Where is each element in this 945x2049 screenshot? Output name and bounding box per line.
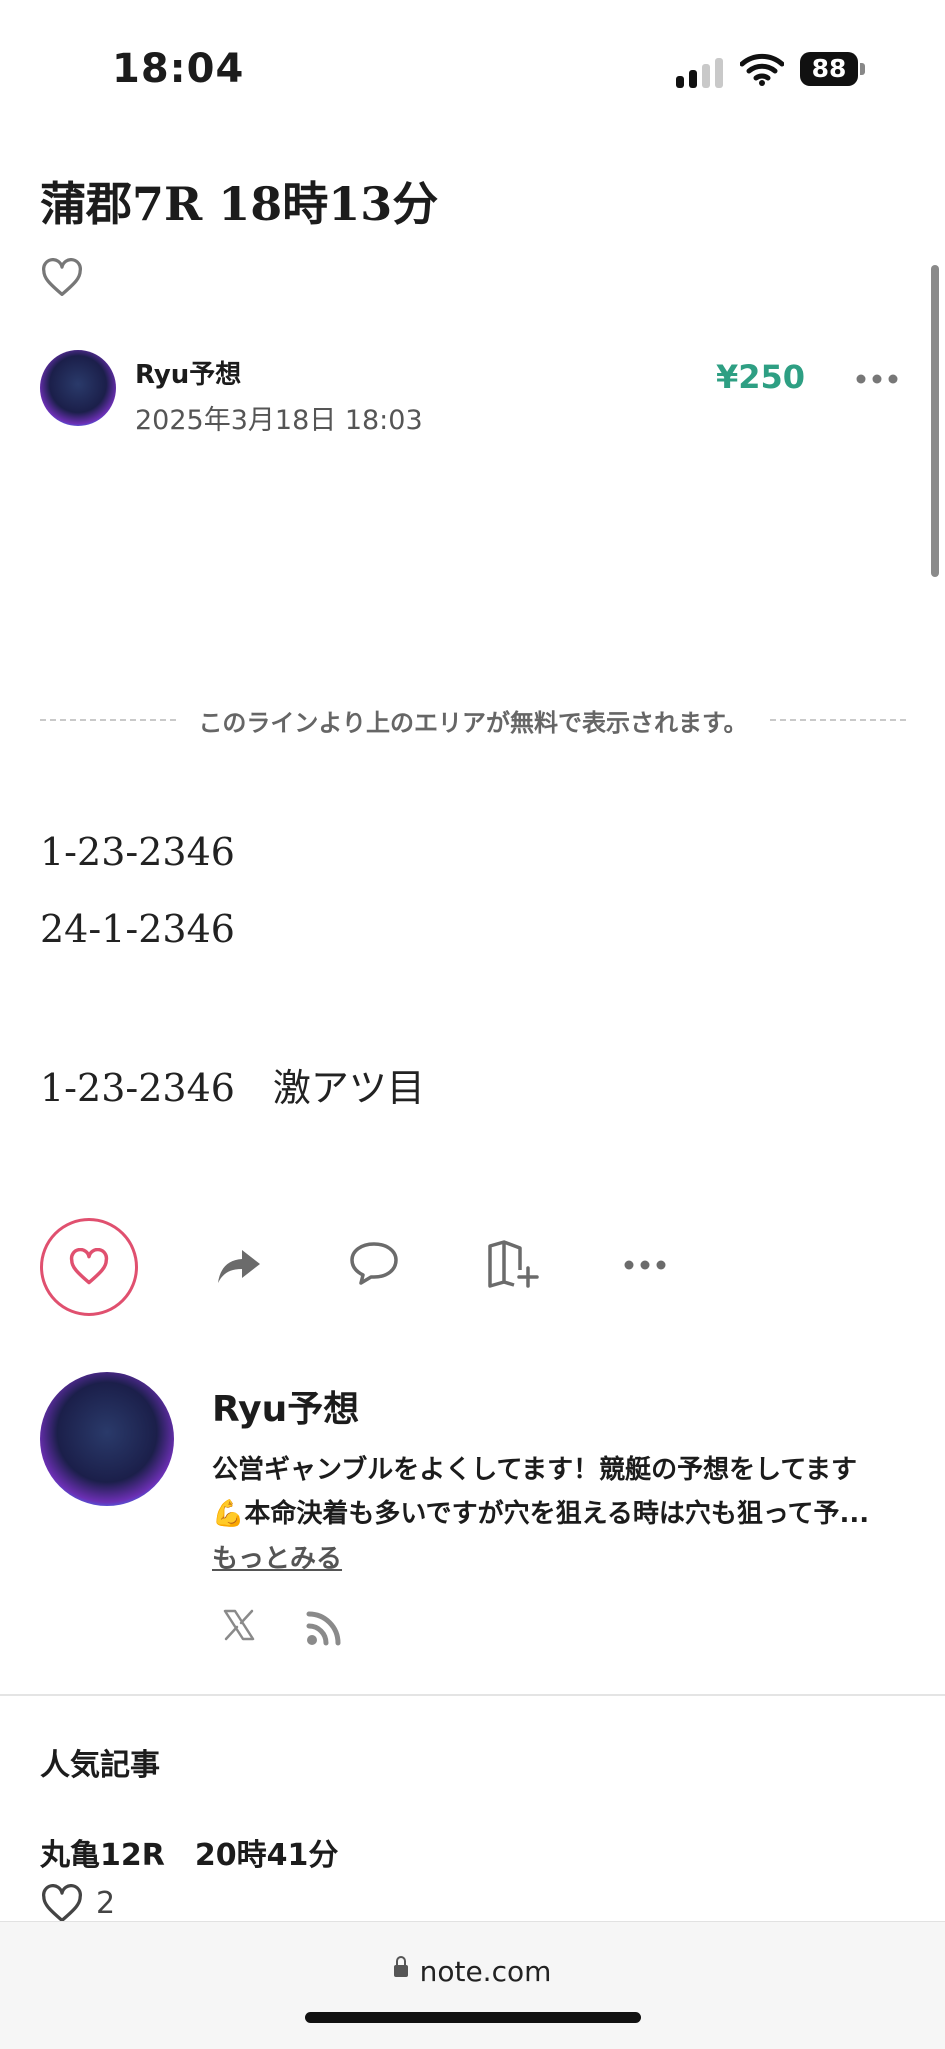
more-dots-icon[interactable] — [856, 374, 898, 384]
rss-icon[interactable] — [306, 1608, 344, 1646]
like-button[interactable] — [40, 1218, 138, 1316]
popular-heading: 人気記事 — [40, 1748, 160, 1783]
article-title: 蒲郡7R 18時13分 — [40, 177, 439, 231]
share-icon[interactable] — [216, 1246, 262, 1286]
author-avatar[interactable] — [40, 350, 116, 426]
price-label: ¥250 — [716, 358, 806, 396]
comment-icon[interactable] — [348, 1240, 400, 1286]
creator-avatar[interactable] — [40, 1372, 174, 1506]
creator-name[interactable]: Ryu予想 — [212, 1380, 359, 1432]
publish-date: 2025年3月18日 18:03 — [135, 405, 423, 436]
creator-bio: 公営ギャンブルをよくしてます！競艇の予想をしてます 💪本命決着も多いですが穴を狙… — [212, 1448, 912, 1536]
popular-article-title[interactable]: 丸亀12R 20時41分 — [40, 1830, 338, 1874]
wifi-icon — [740, 53, 784, 86]
creator-bio-line: 公営ギャンブルをよくしてます！競艇の予想をしてます — [212, 1455, 858, 1485]
author-name[interactable]: Ryu予想 — [135, 354, 241, 391]
lock-icon — [393, 1956, 408, 1977]
url-text: note.com — [419, 1955, 552, 1988]
heart-icon[interactable] — [40, 258, 84, 298]
address-bar[interactable]: note.com — [0, 1955, 945, 1988]
more-dots-icon[interactable] — [624, 1260, 666, 1270]
creator-bio-line: 💪本命決着も多いですが穴を狙える時は穴も狙って予... — [212, 1499, 870, 1529]
paywall-divider: このラインより上のエリアが無料で表示されます。 — [40, 700, 906, 740]
content-line: 1-23-2346 — [40, 830, 235, 874]
scrollbar[interactable] — [931, 265, 939, 577]
paywall-notice: このラインより上のエリアが無料で表示されます。 — [198, 708, 748, 737]
cellular-signal-icon — [676, 58, 726, 88]
battery-cap — [860, 63, 865, 75]
magazine-add-icon[interactable] — [486, 1240, 540, 1290]
heart-icon — [69, 1248, 109, 1285]
heart-icon[interactable] — [40, 1884, 84, 1924]
battery-indicator: 88 — [800, 52, 858, 86]
x-icon[interactable] — [222, 1608, 256, 1642]
section-divider — [0, 1694, 945, 1696]
home-indicator[interactable] — [305, 2012, 641, 2023]
status-time: 18:04 — [112, 46, 245, 92]
like-count: 2 — [96, 1886, 116, 1921]
content-line: 24-1-2346 — [40, 907, 235, 951]
content-line: 1-23-2346 激アツ目 — [40, 1066, 425, 1110]
more-link[interactable]: もっとみる — [212, 1538, 342, 1575]
